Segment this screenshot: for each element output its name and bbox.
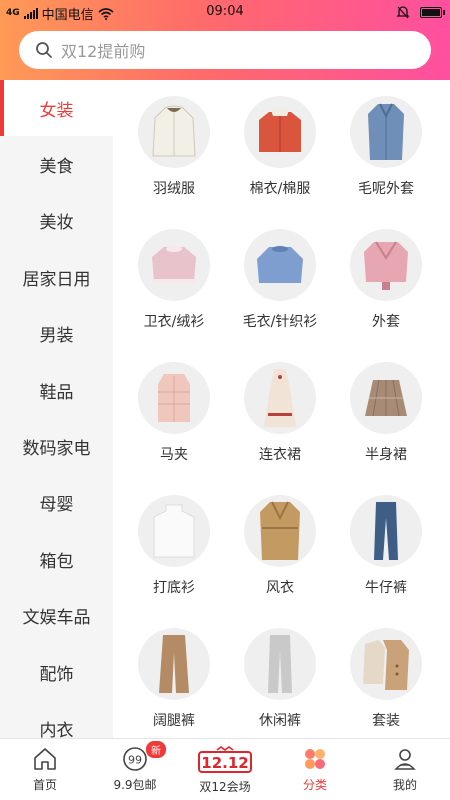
tab-category[interactable]: 分类 <box>270 739 360 800</box>
sidebar-item-entertainment[interactable]: 文娱车品 <box>0 588 113 644</box>
dress-icon <box>244 362 316 434</box>
sidebar-item-shoes[interactable]: 鞋品 <box>0 362 113 418</box>
tab-double12[interactable]: 12.12 双12会场 <box>180 739 270 800</box>
bottom-tab-bar: 首页 99 新 9.9包邮 12.12 双12会场 分类 我的 <box>0 738 450 800</box>
subcategory-cotton-jacket[interactable]: 棉衣/棉服 <box>227 96 333 229</box>
status-bar: 4G 中国电信 09:04 <box>0 0 450 24</box>
subcategory-jeans[interactable]: 牛仔裤 <box>333 495 439 628</box>
sidebar-item-accessories[interactable]: 配饰 <box>0 644 113 700</box>
sidebar-item-bags[interactable]: 箱包 <box>0 531 113 587</box>
tab-profile[interactable]: 我的 <box>360 739 450 800</box>
category-sidebar: 女装 美食 美妆 居家日用 男装 鞋品 数码家电 母婴 箱包 文娱车品 配饰 内… <box>0 80 113 738</box>
sidebar-item-women[interactable]: 女装 <box>0 80 113 137</box>
leather-jacket-icon <box>350 229 422 301</box>
subcategory-wool-coat[interactable]: 毛呢外套 <box>333 96 439 229</box>
sidebar-item-home[interactable]: 居家日用 <box>0 249 113 305</box>
subcategory-wide-pants[interactable]: 阔腿裤 <box>121 628 227 738</box>
sidebar-item-men[interactable]: 男装 <box>0 306 113 362</box>
sweatshirt-icon <box>138 229 210 301</box>
clock: 09:04 <box>206 4 244 19</box>
subcategory-suit-set[interactable]: 套装 <box>333 628 439 738</box>
cotton-jacket-icon <box>244 96 316 168</box>
subcategory-skirt[interactable]: 半身裙 <box>333 362 439 495</box>
header: 4G 中国电信 09:04 双12提前购 <box>0 0 450 80</box>
subcategory-casual-pants[interactable]: 休闲裤 <box>227 628 333 738</box>
search-bar[interactable]: 双12提前购 <box>19 31 431 69</box>
double12-icon: 12.12 <box>198 746 252 773</box>
subcategory-sweatshirt[interactable]: 卫衣/绒衫 <box>121 229 227 362</box>
home-icon <box>34 748 56 770</box>
wool-coat-icon <box>350 96 422 168</box>
sweater-icon <box>244 229 316 301</box>
suit-set-icon <box>350 628 422 700</box>
svg-text:12.12: 12.12 <box>201 754 248 772</box>
turtleneck-icon <box>138 495 210 567</box>
search-placeholder: 双12提前购 <box>61 42 146 61</box>
subcategory-dress[interactable]: 连衣裙 <box>227 362 333 495</box>
category-content: 羽绒服 棉衣/棉服 毛呢外套 卫衣/绒衫 毛衣/针织衫 外套 马夹 连衣裙 半身… <box>113 80 450 738</box>
search-icon <box>36 42 52 58</box>
skirt-icon <box>350 362 422 434</box>
wide-pants-icon <box>138 628 210 700</box>
sidebar-item-food[interactable]: 美食 <box>0 136 113 192</box>
subcategory-sweater[interactable]: 毛衣/针织衫 <box>227 229 333 362</box>
down-jacket-icon <box>138 96 210 168</box>
subcategory-down-jacket[interactable]: 羽绒服 <box>121 96 227 229</box>
bell-muted-icon <box>396 6 410 19</box>
trench-coat-icon <box>244 495 316 567</box>
profile-icon <box>394 749 416 770</box>
tab-home[interactable]: 首页 <box>0 739 90 800</box>
subcategory-trench-coat[interactable]: 风衣 <box>227 495 333 628</box>
svg-text:99: 99 <box>128 754 142 767</box>
ninety-nine-icon: 99 <box>123 747 147 771</box>
casual-pants-icon <box>244 628 316 700</box>
subcategory-vest[interactable]: 马夹 <box>121 362 227 495</box>
sidebar-item-electronics[interactable]: 数码家电 <box>0 418 113 474</box>
subcategory-base-layer[interactable]: 打底衫 <box>121 495 227 628</box>
category-icon <box>305 749 325 769</box>
jeans-icon <box>350 495 422 567</box>
subcategory-grid: 羽绒服 棉衣/棉服 毛呢外套 卫衣/绒衫 毛衣/针织衫 外套 马夹 连衣裙 半身… <box>113 80 450 738</box>
new-badge: 新 <box>146 741 166 758</box>
sidebar-item-beauty[interactable]: 美妆 <box>0 193 113 249</box>
subcategory-jacket[interactable]: 外套 <box>333 229 439 362</box>
sidebar-item-baby[interactable]: 母婴 <box>0 475 113 531</box>
sidebar-item-underwear[interactable]: 内衣 <box>0 700 113 738</box>
battery-icon <box>420 6 445 18</box>
vest-icon <box>138 362 210 434</box>
tab-9-9-free-shipping[interactable]: 99 新 9.9包邮 <box>90 739 180 800</box>
